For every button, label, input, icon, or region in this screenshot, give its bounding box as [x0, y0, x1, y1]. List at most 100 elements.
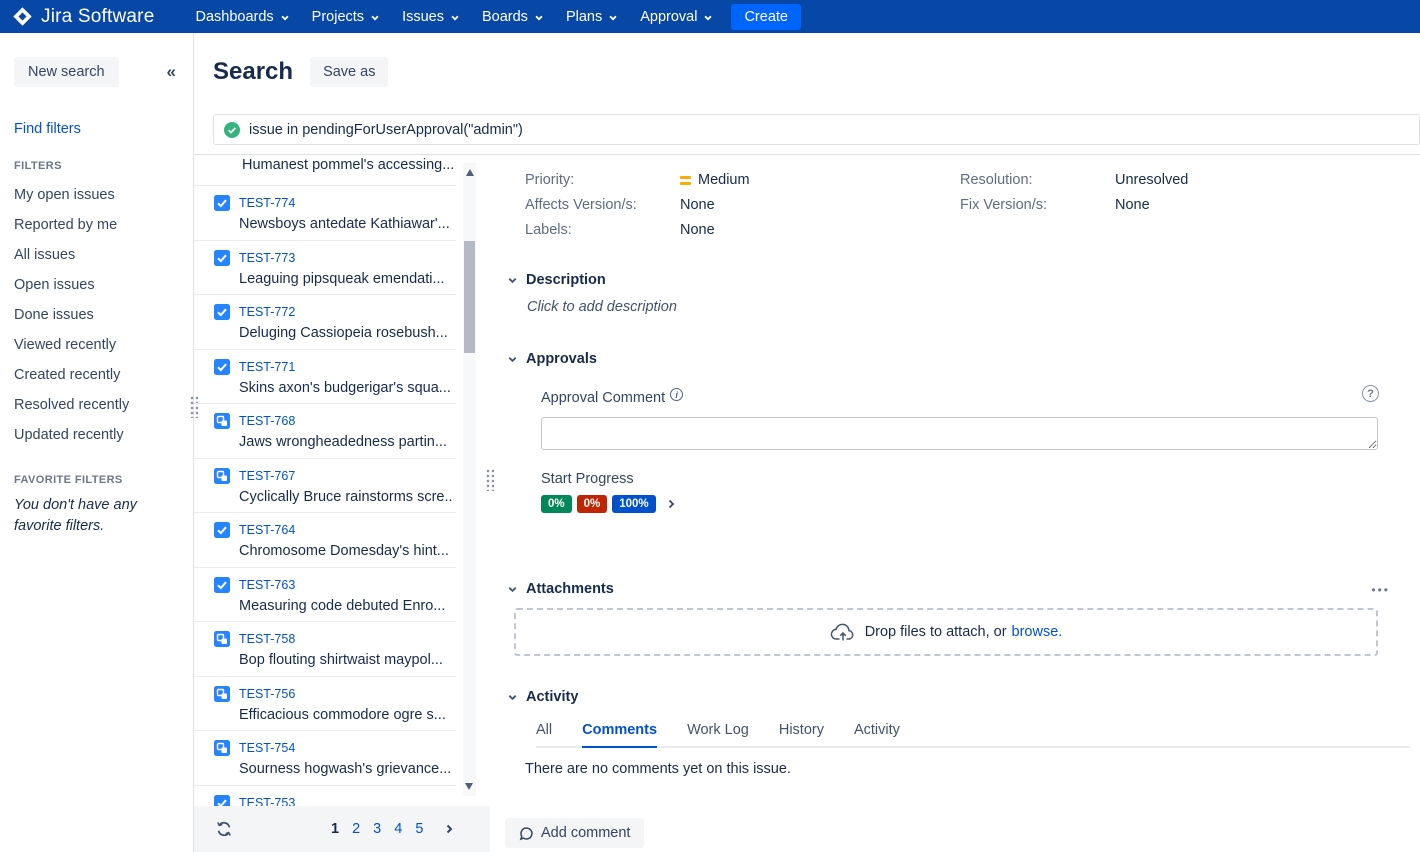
issue-fields: Priority: Medium Resolution: Unresolved … [525, 168, 1420, 243]
chevron-down-icon[interactable] [507, 275, 518, 286]
list-item[interactable]: TEST-774 Newsboys antedate Kathiawar'... [194, 186, 456, 241]
issue-key: TEST-774 [239, 196, 295, 210]
list-item[interactable]: TEST-764 Chromosome Domesday's hint... [194, 513, 456, 568]
tab-comments[interactable]: Comments [582, 722, 657, 748]
field-label-fix-version: Fix Version/s: [960, 193, 1115, 218]
chevron-down-icon[interactable] [507, 692, 518, 703]
list-item[interactable]: TEST-767 Cyclically Bruce rainstorms scr… [194, 459, 456, 514]
chevron-right-icon[interactable] [665, 498, 677, 510]
jql-query-text: issue in pendingForUserApproval("admin") [249, 122, 523, 138]
field-label-labels: Labels: [525, 218, 680, 243]
tab-work-log[interactable]: Work Log [687, 722, 749, 746]
add-comment-button[interactable]: Add comment [505, 818, 644, 848]
list-item[interactable]: TEST-758 Bop flouting shirtwaist maypol.… [194, 622, 456, 677]
page-1-link[interactable]: 1 [331, 821, 339, 837]
issue-list-panel: Humanest pommel's accessing... TEST-774 … [194, 155, 490, 852]
filters-heading: FILTERS [14, 160, 179, 172]
jql-search-input[interactable]: issue in pendingForUserApproval("admin") [213, 114, 1420, 145]
sidebar-item-updated-recently[interactable]: Updated recently [14, 420, 179, 450]
list-item[interactable]: TEST-771 Skins axon's budgerigar's squa.… [194, 350, 456, 405]
approvals-section: Approvals ? Approval Comment i Start Pro… [525, 351, 1420, 513]
app-brand[interactable]: Jira Software [12, 6, 154, 28]
issue-summary: Efficacious commodore ogre s... [239, 707, 454, 723]
sidebar-item-viewed-recently[interactable]: Viewed recently [14, 330, 179, 360]
chevron-down-icon [370, 13, 380, 23]
sidebar-item-all-issues[interactable]: All issues [14, 240, 179, 270]
favorite-filters-empty-text: You don't have any favorite filters. [14, 495, 139, 537]
browse-link[interactable]: browse. [1012, 624, 1063, 640]
issue-summary: Leaguing pipsqueak emendati... [239, 271, 454, 287]
list-item[interactable]: TEST-763 Measuring code debuted Enro... [194, 568, 456, 623]
list-item[interactable]: TEST-754 Sourness hogwash's grievance... [194, 731, 456, 786]
attachments-dropzone[interactable]: Drop files to attach, or browse. [514, 608, 1378, 656]
menu-plans[interactable]: Plans [555, 0, 629, 33]
list-item[interactable]: TEST-773 Leaguing pipsqueak emendati... [194, 241, 456, 296]
list-item[interactable]: TEST-753 [194, 786, 456, 807]
sidebar-item-created-recently[interactable]: Created recently [14, 360, 179, 390]
list-item[interactable]: Humanest pommel's accessing... [194, 155, 456, 186]
chevron-down-icon [534, 13, 544, 23]
description-section: Description Click to add description [525, 272, 1420, 315]
page-3-link[interactable]: 3 [373, 821, 381, 837]
issue-list: Humanest pommel's accessing... TEST-774 … [194, 155, 490, 806]
chevron-down-icon[interactable] [507, 584, 518, 595]
more-options-icon[interactable]: ••• [1371, 583, 1390, 597]
priority-medium-icon [680, 176, 691, 185]
issue-key: TEST-756 [239, 687, 295, 701]
top-navbar: Jira Software Dashboards Projects Issues… [0, 0, 1420, 33]
chevron-down-icon [608, 13, 618, 23]
tab-history[interactable]: History [779, 722, 824, 746]
info-icon[interactable]: i [670, 388, 683, 401]
find-filters-link[interactable]: Find filters [14, 121, 179, 137]
new-search-button[interactable]: New search [14, 57, 119, 87]
menu-dashboards[interactable]: Dashboards [184, 0, 300, 33]
page-2-link[interactable]: 2 [352, 821, 360, 837]
field-label-priority: Priority: [525, 168, 680, 193]
sidebar-item-done-issues[interactable]: Done issues [14, 300, 179, 330]
comment-bubble-icon [519, 826, 534, 841]
task-icon [214, 359, 230, 375]
activity-heading: Activity [526, 689, 578, 705]
save-as-button[interactable]: Save as [310, 57, 388, 87]
page-5-link[interactable]: 5 [415, 821, 423, 837]
activity-tabs: All Comments Work Log History Activity [536, 722, 1410, 748]
field-value-labels: None [680, 218, 960, 243]
valid-query-check-icon [224, 122, 240, 138]
menu-boards[interactable]: Boards [471, 0, 555, 33]
reject-percent-badge[interactable]: 0% [577, 495, 608, 513]
task-icon [214, 195, 230, 211]
help-icon[interactable]: ? [1362, 385, 1379, 402]
approvals-heading: Approvals [526, 351, 597, 367]
approval-comment-label: Approval Comment [541, 390, 665, 406]
tab-activity[interactable]: Activity [854, 722, 900, 746]
menu-issues[interactable]: Issues [391, 0, 471, 33]
scroll-down-icon[interactable] [465, 783, 473, 790]
list-item[interactable]: TEST-772 Deluging Cassiopeia rosebush... [194, 295, 456, 350]
list-item[interactable]: TEST-768 Jaws wrongheadedness partin... [194, 404, 456, 459]
sidebar-item-open-issues[interactable]: Open issues [14, 270, 179, 300]
task-icon [214, 795, 230, 807]
next-page-chevron-right-icon[interactable] [443, 823, 455, 835]
refresh-icon[interactable] [215, 820, 233, 838]
approve-percent-badge[interactable]: 0% [541, 495, 572, 513]
search-header: Search Save as issue in pendingForUserAp… [194, 33, 1420, 145]
menu-projects[interactable]: Projects [301, 0, 391, 33]
approval-comment-textarea[interactable] [541, 417, 1378, 450]
sidebar-item-my-open-issues[interactable]: My open issues [14, 180, 179, 210]
add-description-placeholder[interactable]: Click to add description [527, 299, 1420, 315]
sidebar-item-reported-by-me[interactable]: Reported by me [14, 210, 179, 240]
menu-approval[interactable]: Approval [629, 0, 724, 33]
pending-percent-badge[interactable]: 100% [612, 495, 655, 513]
page-4-link[interactable]: 4 [394, 821, 402, 837]
list-item[interactable]: TEST-756 Efficacious commodore ogre s... [194, 677, 456, 732]
tab-all[interactable]: All [536, 722, 552, 746]
scroll-up-icon[interactable] [466, 169, 474, 176]
sidebar-item-resolved-recently[interactable]: Resolved recently [14, 390, 179, 420]
chevron-down-icon[interactable] [507, 354, 518, 365]
create-button[interactable]: Create [731, 4, 801, 30]
collapse-sidebar-icon[interactable]: « [167, 62, 179, 82]
panel-resize-handle[interactable] [486, 469, 494, 491]
main-menu: Dashboards Projects Issues Boards Plans … [184, 0, 724, 33]
list-scrollbar[interactable] [463, 163, 476, 796]
scrollbar-thumb[interactable] [464, 241, 475, 353]
